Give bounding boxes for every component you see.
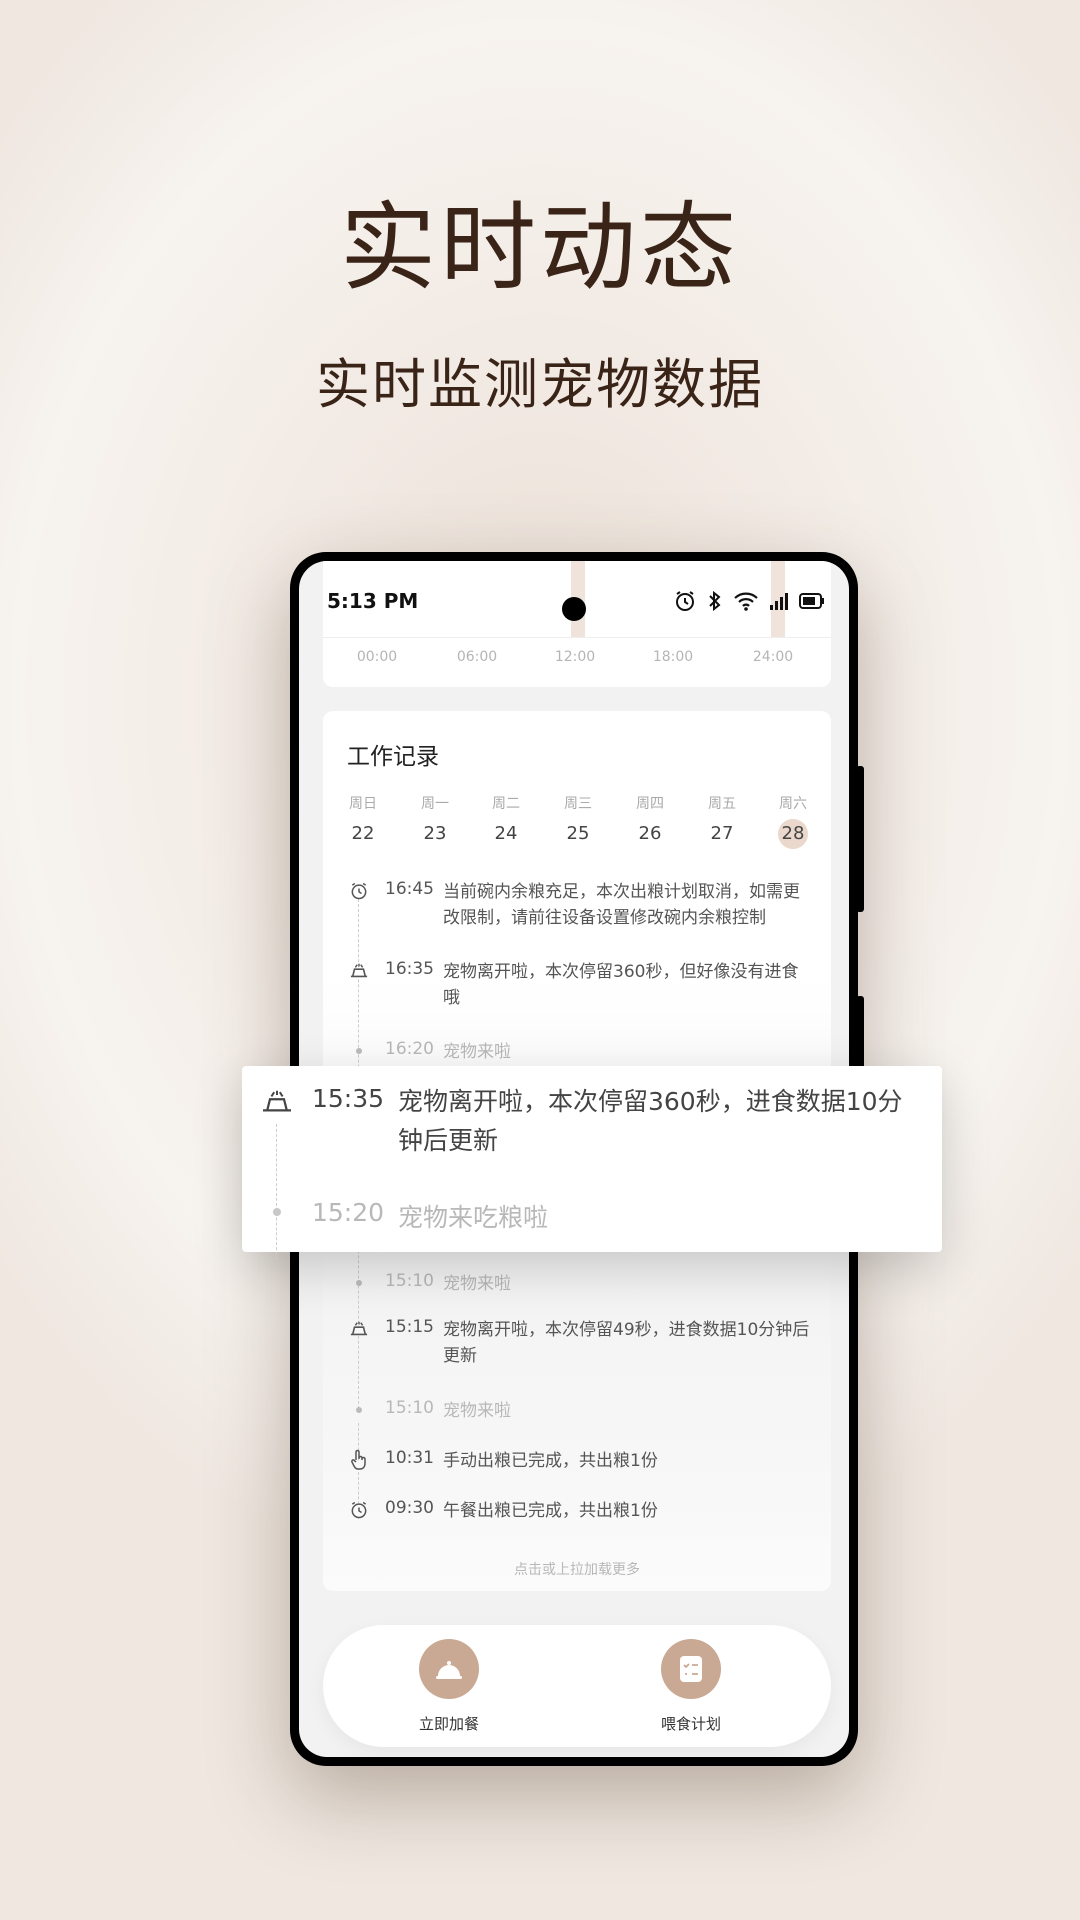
- event-text: 手动出粮已完成，共出粮1份: [443, 1451, 658, 1471]
- day-date: 24: [494, 823, 518, 844]
- week-selector: 周日 22 周一 23 周二 24 周三 25 周四 26 周五 27 周六 28: [333, 793, 823, 853]
- event-time: 16:20: [385, 1039, 434, 1059]
- day-date: 27: [710, 823, 734, 844]
- bluetooth-icon: [707, 589, 723, 613]
- event-time: 16:35: [385, 959, 434, 979]
- event-time: 15:10: [385, 1271, 434, 1291]
- day-name: 周日: [349, 796, 377, 812]
- bowl-icon: [347, 959, 371, 983]
- event-text: 当前碗内余粮充足，本次出粮计划取消，如需更改限制，请前往设备设置修改碗内余粮控制: [443, 882, 800, 928]
- event-text: 宠物来啦: [443, 1042, 511, 1062]
- day-date: 26: [638, 823, 662, 844]
- event-text: 宠物来啦: [443, 1401, 511, 1421]
- front-camera: [562, 597, 586, 621]
- timeline-dot-icon: [347, 1398, 371, 1422]
- day-sun[interactable]: 周日 22: [333, 793, 393, 849]
- day-thu[interactable]: 周四 26: [620, 793, 680, 849]
- timeline-dot-icon: [347, 1271, 371, 1295]
- status-bar: 5:13 PM: [299, 561, 849, 633]
- feed-plan-label: 喂食计划: [660, 1715, 721, 1733]
- event-text: 宠物来啦: [443, 1274, 511, 1294]
- timeline-connector: [276, 1124, 277, 1260]
- day-name: 周四: [636, 796, 664, 812]
- day-date: 23: [423, 823, 447, 844]
- event-time: 16:45: [385, 879, 434, 899]
- timeline-dot-icon: [273, 1208, 281, 1216]
- day-name: 周六: [779, 796, 807, 812]
- event-time: 15:15: [385, 1317, 434, 1337]
- day-sat[interactable]: 周六 28: [763, 793, 823, 849]
- feed-plan-button[interactable]: 喂食计划: [631, 1639, 751, 1734]
- alarm-icon: [673, 589, 697, 613]
- bowl-icon: [260, 1088, 294, 1118]
- feed-now-button[interactable]: 立即加餐: [389, 1639, 509, 1734]
- axis-label: 18:00: [652, 649, 694, 665]
- alarm-icon: [347, 1498, 371, 1522]
- axis-label: 12:00: [554, 649, 596, 665]
- day-name: 周一: [421, 796, 449, 812]
- hero-subtitle: 实时监测宠物数据: [316, 353, 764, 416]
- day-name: 周五: [708, 796, 736, 812]
- bowl-icon: [347, 1317, 371, 1341]
- event-time: 15:10: [385, 1398, 434, 1418]
- food-cloche-icon: [419, 1639, 479, 1699]
- highlighted-event-card: 15:35 宠物离开啦，本次停留360秒，进食数据10分钟后更新 15:20 宠…: [242, 1066, 942, 1260]
- axis-label: 00:00: [356, 649, 398, 665]
- checklist-icon: [661, 1639, 721, 1699]
- day-name: 周二: [492, 796, 520, 812]
- day-fri[interactable]: 周五 27: [692, 793, 752, 849]
- event-text: 宠物离开啦，本次停留49秒，进食数据10分钟后更新: [443, 1320, 810, 1366]
- day-wed[interactable]: 周三 25: [548, 793, 608, 849]
- timeline-axis: [323, 637, 831, 638]
- event-time: 10:31: [385, 1448, 434, 1468]
- day-mon[interactable]: 周一 23: [405, 793, 465, 849]
- alarm-icon: [347, 879, 371, 903]
- wifi-icon: [733, 590, 759, 612]
- axis-label: 24:00: [752, 649, 794, 665]
- bottom-action-bar: 立即加餐 喂食计划: [323, 1625, 831, 1747]
- battery-icon: [799, 592, 825, 610]
- work-record-title: 工作记录: [347, 744, 439, 770]
- day-date: 25: [566, 823, 590, 844]
- axis-label: 06:00: [456, 649, 498, 665]
- event-text: 宠物来吃粮啦: [398, 1203, 549, 1232]
- hero-title: 实时动态: [340, 192, 740, 304]
- status-time: 5:13 PM: [327, 589, 419, 613]
- hand-tap-icon: [347, 1448, 371, 1472]
- signal-icon: [769, 591, 789, 611]
- day-name: 周三: [564, 796, 592, 812]
- event-time: 15:35: [312, 1084, 385, 1113]
- event-text: 宠物离开啦，本次停留360秒，进食数据10分钟后更新: [398, 1087, 903, 1155]
- day-tue[interactable]: 周二 24: [476, 793, 536, 849]
- event-time: 09:30: [385, 1498, 434, 1518]
- load-more-link[interactable]: 点击或上拉加载更多: [323, 1559, 831, 1579]
- phone-side-button: [856, 996, 864, 1076]
- event-text: 宠物离开啦，本次停留360秒，但好像没有进食哦: [443, 962, 799, 1008]
- day-date: 22: [351, 823, 375, 844]
- event-text: 午餐出粮已完成，共出粮1份: [443, 1501, 658, 1521]
- day-date-selected: 28: [778, 819, 808, 849]
- phone-side-button: [856, 766, 864, 912]
- event-time: 15:20: [312, 1198, 385, 1227]
- timeline-dot-icon: [347, 1039, 371, 1063]
- feed-now-label: 立即加餐: [418, 1715, 479, 1733]
